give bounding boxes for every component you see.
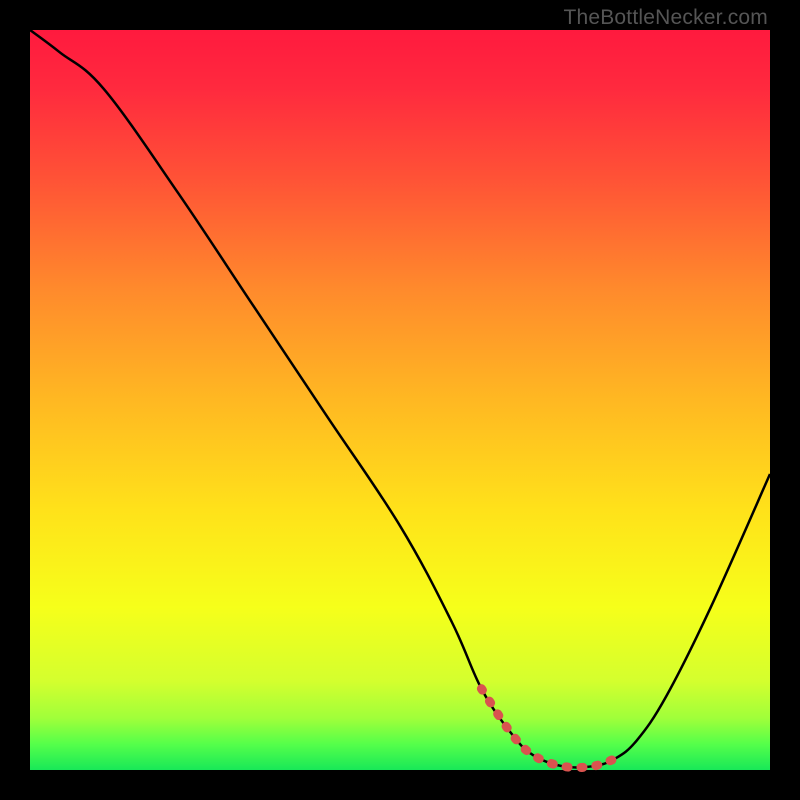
curve-layer	[30, 30, 770, 770]
chart-frame	[30, 30, 770, 770]
bottleneck-curve	[30, 30, 770, 768]
watermark: TheBottleNecker.com	[563, 6, 768, 30]
optimal-range-highlight	[481, 689, 614, 768]
